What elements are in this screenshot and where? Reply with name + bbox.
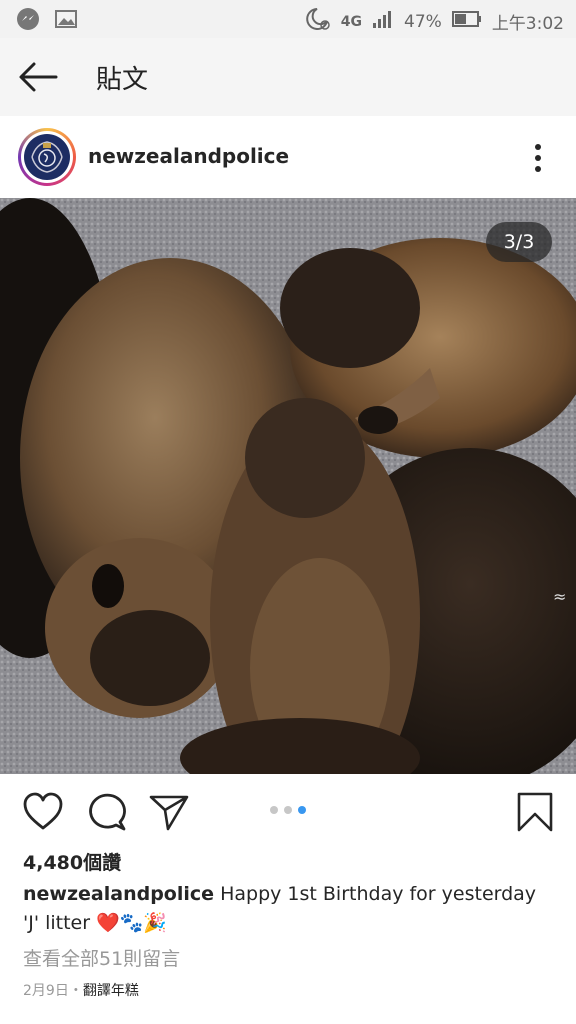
status-bar: 4G 47% 上午3:02 [0,0,576,38]
save-button[interactable] [514,792,556,832]
carousel-indicator [270,806,306,814]
bookmark-icon [517,792,553,832]
signal-icon [372,9,394,34]
carousel-dot-active [298,806,306,814]
carousel-dot [270,806,278,814]
heart-icon [23,792,63,830]
back-button[interactable] [16,58,60,96]
post-photo[interactable]: ≈ 3/3 [0,198,576,774]
police-badge-icon [24,134,70,180]
like-button[interactable] [22,792,64,832]
photo-counter: 3/3 [486,222,552,262]
share-button[interactable] [148,792,190,832]
avatar-border [21,131,73,183]
more-vertical-icon [535,144,541,172]
battery-icon [451,10,482,33]
network-type: 4G [340,13,363,30]
avatar[interactable] [18,128,76,186]
top-nav: 貼文 [0,38,576,117]
carousel-dot [284,806,292,814]
messenger-icon [16,7,40,35]
gallery-icon [54,8,78,34]
page-title: 貼文 [96,65,149,95]
puppies-photo: ≈ [0,198,576,774]
likes-count[interactable]: 4,480個讚 [23,848,121,875]
translate-link[interactable]: 翻譯年糕 [83,983,139,999]
comment-icon [89,793,126,831]
action-bar [0,774,576,846]
caption-username[interactable]: newzealandpolice [23,883,214,905]
svg-text:≈: ≈ [553,587,566,606]
status-time: 上午3:02 [491,14,564,34]
moon-alarm-icon [303,6,331,37]
post-header: newzealandpolice [0,116,576,198]
battery-percent: 47% [404,11,442,32]
post-username[interactable]: newzealandpolice [88,144,289,168]
post-date: 2月9日 [23,983,69,999]
send-icon [149,795,189,831]
view-comments-link[interactable]: 查看全部51則留言 [23,944,180,971]
comment-button[interactable] [86,792,128,832]
caption: newzealandpolice Happy 1st Birthday for … [23,880,553,938]
more-options-button[interactable] [528,140,548,176]
post-meta: 2月9日・翻譯年糕 [23,980,139,1000]
meta-separator: ・ [68,983,83,999]
back-arrow-icon [19,62,58,92]
